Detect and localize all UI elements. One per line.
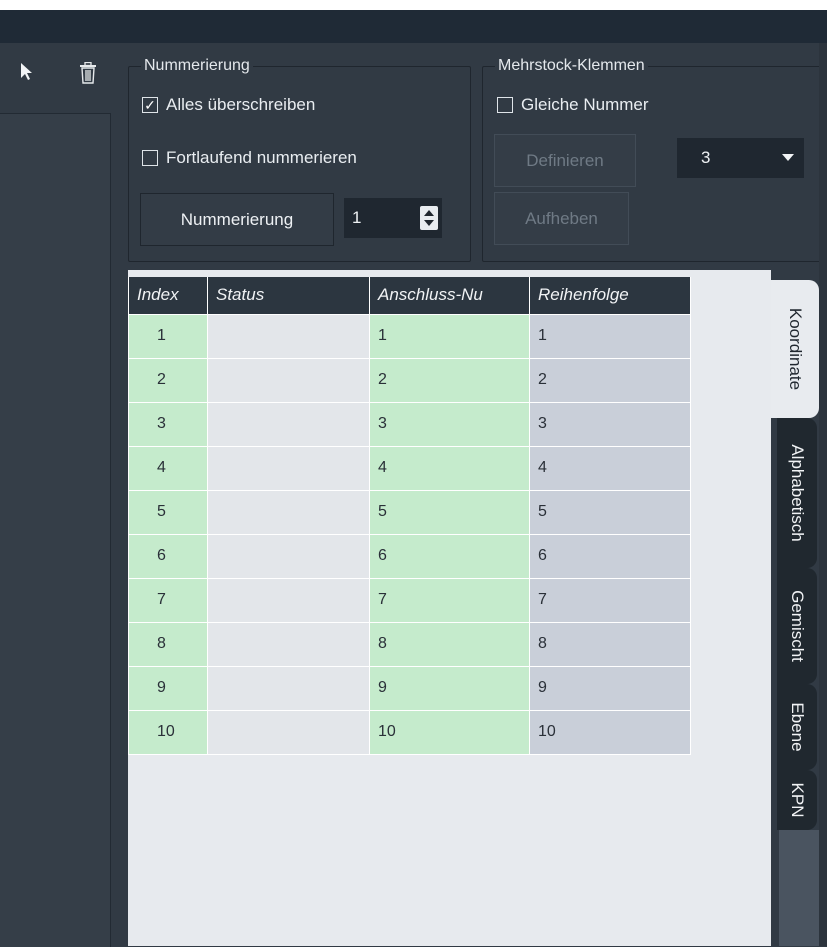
table-row[interactable]: 888 — [128, 621, 691, 667]
cell-index[interactable]: 6 — [128, 533, 208, 579]
table-row[interactable]: 666 — [128, 533, 691, 579]
levels-value: 3 — [701, 148, 711, 167]
cell-connection-number[interactable]: 10 — [369, 709, 530, 755]
cell-connection-number[interactable]: 3 — [369, 401, 530, 447]
cell-index[interactable]: 10 — [128, 709, 208, 755]
cell-connection-number[interactable]: 9 — [369, 665, 530, 711]
continuous-numbering-label: Fortlaufend nummerieren — [166, 148, 357, 167]
multilevel-group-title: Mehrstock-Klemmen — [495, 56, 648, 76]
table-header-row: Index Status Anschluss-Nu Reihenfolge — [128, 277, 691, 315]
cell-status[interactable] — [207, 401, 370, 447]
multilevel-group: Mehrstock-Klemmen Gleiche Nummer Definie… — [482, 56, 821, 262]
cell-index[interactable]: 3 — [128, 401, 208, 447]
tab-alphabetisch[interactable]: Alphabetisch — [777, 418, 817, 568]
table-row[interactable]: 777 — [128, 577, 691, 623]
cell-order[interactable]: 10 — [529, 709, 691, 755]
cell-status[interactable] — [207, 665, 370, 711]
continuous-numbering-checkbox[interactable]: Fortlaufend nummerieren — [142, 148, 357, 168]
table-row[interactable]: 444 — [128, 445, 691, 491]
cell-index[interactable]: 9 — [128, 665, 208, 711]
cell-status[interactable] — [207, 445, 370, 491]
header-status[interactable]: Status — [207, 277, 370, 315]
spinner-arrows-icon[interactable] — [420, 206, 438, 230]
cell-status[interactable] — [207, 533, 370, 579]
cell-order[interactable]: 8 — [529, 621, 691, 667]
numbering-group-title: Nummerierung — [141, 56, 253, 76]
cell-index[interactable]: 5 — [128, 489, 208, 535]
cell-connection-number[interactable]: 8 — [369, 621, 530, 667]
table-row[interactable]: 111 — [128, 313, 691, 359]
start-value-spinner[interactable]: 1 — [344, 198, 442, 238]
cell-status[interactable] — [207, 709, 370, 755]
cell-index[interactable]: 8 — [128, 621, 208, 667]
levels-dropdown[interactable]: 3 — [677, 138, 804, 178]
overwrite-all-checkbox[interactable]: ✓ Alles überschreiben — [142, 95, 315, 115]
title-bar — [0, 10, 827, 43]
define-button[interactable]: Definieren — [494, 134, 636, 187]
table-row[interactable]: 333 — [128, 401, 691, 447]
numbering-button[interactable]: Nummerierung — [140, 193, 334, 246]
table-area: Index Status Anschluss-Nu Reihenfolge 11… — [128, 270, 771, 946]
cell-order[interactable]: 2 — [529, 357, 691, 403]
cell-index[interactable]: 4 — [128, 445, 208, 491]
cell-connection-number[interactable]: 7 — [369, 577, 530, 623]
connections-table: Index Status Anschluss-Nu Reihenfolge 11… — [128, 277, 691, 755]
cell-status[interactable] — [207, 357, 370, 403]
cell-order[interactable]: 3 — [529, 401, 691, 447]
same-number-checkbox[interactable]: Gleiche Nummer — [497, 95, 649, 115]
cell-order[interactable]: 4 — [529, 445, 691, 491]
same-number-label: Gleiche Nummer — [521, 95, 649, 114]
tab-ebene[interactable]: Ebene — [777, 684, 817, 770]
cancel-button[interactable]: Aufheben — [494, 192, 629, 245]
header-order[interactable]: Reihenfolge — [529, 277, 691, 315]
cell-status[interactable] — [207, 621, 370, 667]
cell-status[interactable] — [207, 489, 370, 535]
table-row[interactable]: 222 — [128, 357, 691, 403]
cell-status[interactable] — [207, 313, 370, 359]
cell-index[interactable]: 7 — [128, 577, 208, 623]
cell-connection-number[interactable]: 2 — [369, 357, 530, 403]
cell-connection-number[interactable]: 4 — [369, 445, 530, 491]
cell-order[interactable]: 1 — [529, 313, 691, 359]
chevron-down-icon — [782, 154, 794, 161]
cell-status[interactable] — [207, 577, 370, 623]
cell-index[interactable]: 2 — [128, 357, 208, 403]
trash-icon[interactable] — [76, 61, 100, 85]
cell-order[interactable]: 7 — [529, 577, 691, 623]
left-list[interactable] — [0, 113, 111, 947]
left-panel — [0, 43, 118, 947]
cell-connection-number[interactable]: 5 — [369, 489, 530, 535]
tab-kpn[interactable]: KPN — [777, 770, 817, 830]
start-value: 1 — [352, 208, 362, 227]
numbering-group: Nummerierung ✓ Alles überschreiben Fortl… — [128, 56, 471, 262]
table-row[interactable]: 999 — [128, 665, 691, 711]
tab-gemischt[interactable]: Gemischt — [777, 568, 817, 684]
cell-index[interactable]: 1 — [128, 313, 208, 359]
header-connection-number[interactable]: Anschluss-Nu — [369, 277, 530, 315]
cell-order[interactable]: 6 — [529, 533, 691, 579]
vertical-scrollbar[interactable] — [819, 43, 827, 946]
cursor-arrow-icon[interactable] — [16, 61, 38, 83]
cell-connection-number[interactable]: 1 — [369, 313, 530, 359]
cell-order[interactable]: 5 — [529, 489, 691, 535]
header-index[interactable]: Index — [128, 277, 208, 315]
tab-strip: Koordinate Alphabetisch Gemischt Ebene K… — [771, 270, 819, 946]
cell-order[interactable]: 9 — [529, 665, 691, 711]
top-strip — [0, 0, 827, 10]
checkmark-icon: ✓ — [142, 97, 158, 113]
tab-koordinate[interactable]: Koordinate — [771, 280, 819, 418]
table-row[interactable]: 555 — [128, 489, 691, 535]
overwrite-all-label: Alles überschreiben — [166, 95, 316, 114]
table-row[interactable]: 10 10 10 — [128, 709, 691, 755]
cell-connection-number[interactable]: 6 — [369, 533, 530, 579]
